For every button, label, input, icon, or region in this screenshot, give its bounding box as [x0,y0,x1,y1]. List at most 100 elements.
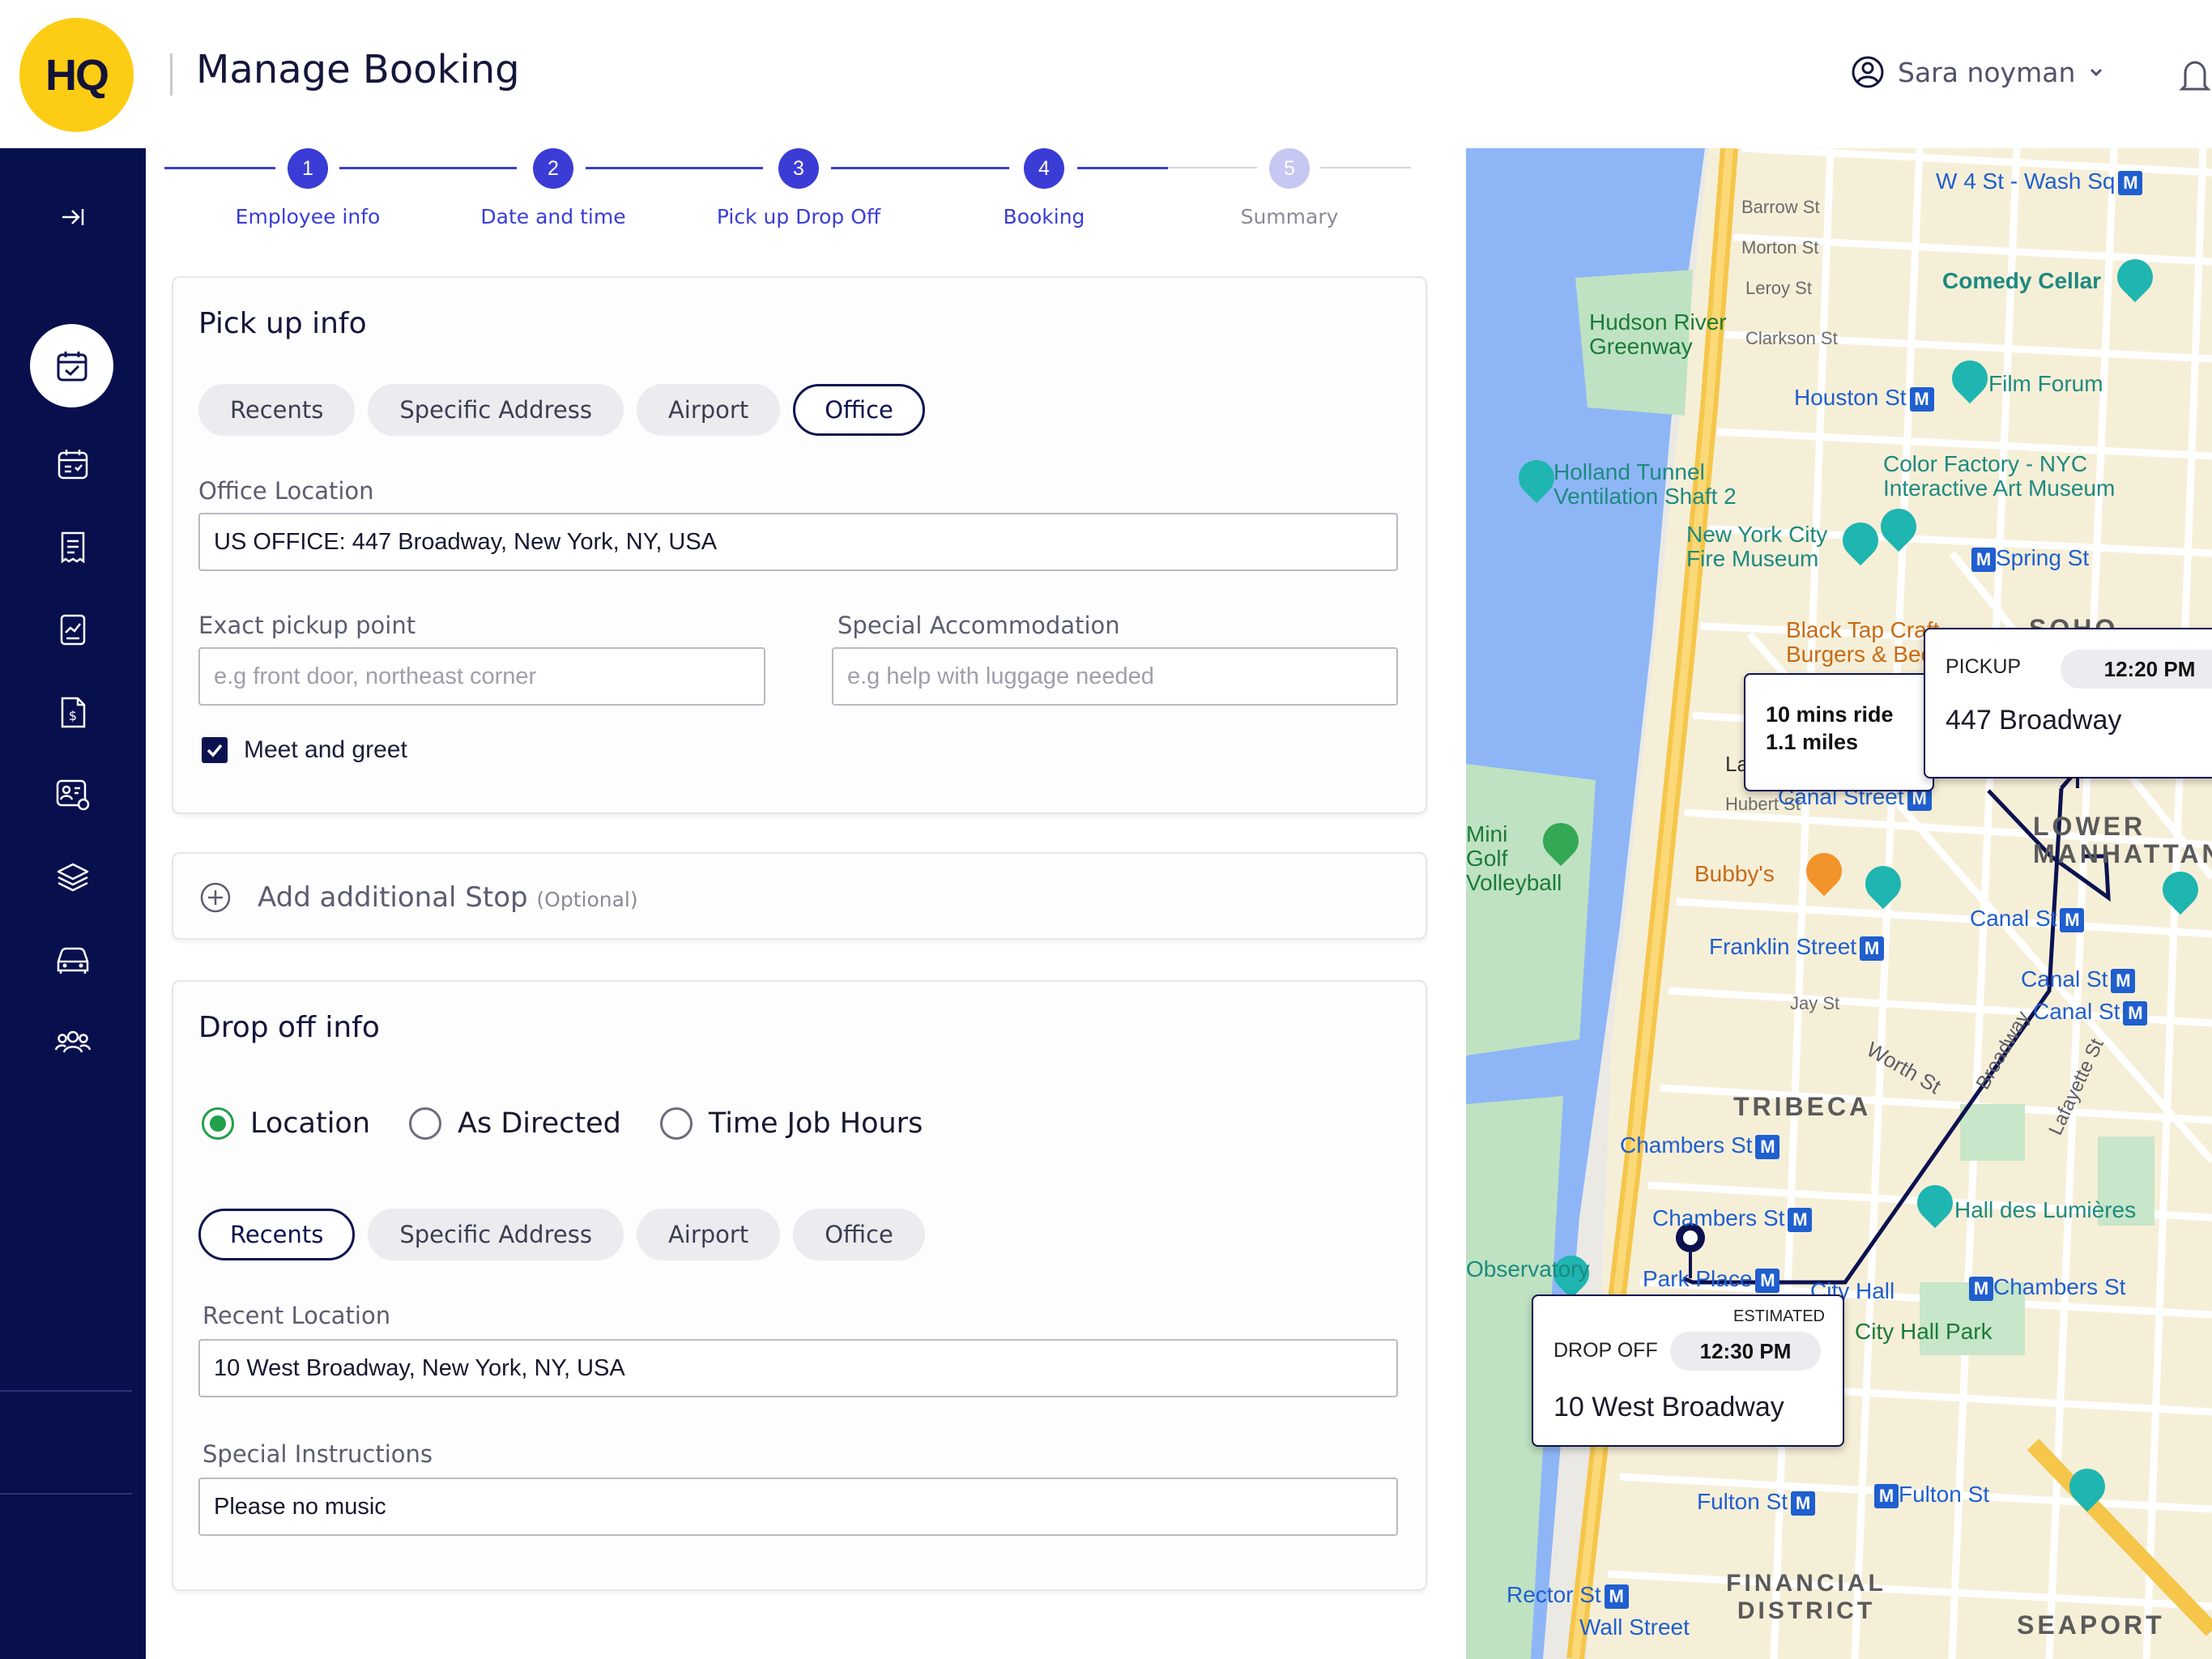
add-stop-button[interactable]: Add additional Stop (Optional) [172,852,1427,940]
user-menu[interactable]: Sara noyman [1851,55,2104,89]
receipt-icon [61,531,85,564]
hq-logo[interactable]: HQ [19,18,134,132]
map-label: W 4 St - Wash Sq M [1936,168,2143,195]
recent-location-field[interactable]: 10 West Broadway, New York, NY, USA [198,1339,1398,1397]
meet-and-greet-row[interactable]: Meet and greet [202,736,407,764]
map-label: M Chambers St [1966,1274,2125,1301]
step-1-label[interactable]: Employee info [202,205,413,228]
stepper-connector [1168,167,1257,168]
subway-icon: M [1969,1276,1993,1301]
radio-time-job-hours-label: Time Job Hours [708,1107,923,1140]
pickup-map-card[interactable]: PICKUP 12:20 PM 447 Broadway [1924,628,2212,778]
special-accommodation-label: Special Accommodation [837,612,1120,639]
radio-location[interactable]: Location [202,1107,370,1140]
dropoff-tab-office[interactable]: Office [793,1209,925,1260]
subway-icon: M [2123,1000,2148,1026]
sidebar-item-profile-settings[interactable] [0,762,146,827]
collapse-arrow-icon [62,209,84,225]
map-label-text: Canal St [2021,966,2108,992]
map-label-text: Fulton St [1697,1489,1788,1514]
dropoff-tab-airport[interactable]: Airport [636,1209,781,1260]
sidebar-item-calendar[interactable] [0,432,146,497]
map-label: Comedy Cellar [1942,268,2102,293]
pickup-card-address: 447 Broadway [1946,705,2122,736]
pickup-card-label: PICKUP [1946,655,2022,678]
map-label: Jay St [1790,993,1840,1013]
step-2-node[interactable]: 2 [533,148,573,189]
stepper-connector [1320,167,1411,168]
dropoff-card-estimated: ESTIMATED [1733,1307,1825,1325]
sidebar-collapse-button[interactable] [0,185,146,249]
meet-and-greet-checkbox[interactable] [202,737,228,763]
subway-icon: M [1874,1483,1899,1508]
dropoff-tab-specific-address[interactable]: Specific Address [368,1209,624,1260]
subway-icon: M [1755,1134,1780,1159]
map-label: Chambers St M [1620,1132,1780,1159]
special-accommodation-placeholder: e.g help with luggage needed [847,663,1154,689]
pickup-tab-airport[interactable]: Airport [636,384,781,436]
dropoff-tab-recents[interactable]: Recents [198,1209,356,1260]
map-label-text: Chambers St [1652,1205,1785,1230]
svg-text:$: $ [69,708,77,723]
chevron-down-icon [2091,68,2103,77]
subway-icon: M [1860,936,1885,961]
route-map[interactable]: W 4 St - Wash Sq M Barrow St Morton St Le… [1466,148,2212,1659]
top-header: HQ Manage Booking Sara noyman [0,0,2212,148]
map-label: Canal St M [1970,906,2085,932]
step-3-label[interactable]: Pick up Drop Off [693,205,904,228]
page-title: Manage Booking [196,47,520,92]
dropoff-tabs: Recents Specific Address Airport Office [198,1209,925,1260]
special-accommodation-input[interactable]: e.g help with luggage needed [832,647,1398,706]
radio-time-job-hours[interactable]: Time Job Hours [659,1107,923,1140]
calendar-check-icon [57,351,87,381]
office-location-label: Office Location [198,477,374,505]
office-location-field[interactable]: US OFFICE: 447 Broadway, New York, NY, U… [198,513,1398,571]
dropoff-card-label: DROP OFF [1554,1339,1658,1362]
sidebar-item-receipts[interactable] [0,514,146,579]
dropoff-map-card[interactable]: ESTIMATED DROP OFF 12:30 PM 10 West Broa… [1532,1294,1844,1447]
sidebar-item-team[interactable] [0,1010,146,1075]
map-label-text: Canal St [1970,906,2057,931]
map-label-text: Chambers St [1620,1132,1753,1158]
map-label-text: Fulton St [1899,1482,1990,1507]
map-label: Franklin Street M [1709,934,1885,961]
subway-icon: M [1755,1268,1780,1293]
special-instructions-input[interactable]: Please no music [198,1478,1398,1536]
recent-location-label: Recent Location [202,1302,391,1329]
radio-location-dot[interactable] [202,1107,234,1140]
radio-location-label: Location [250,1107,371,1140]
bell-icon[interactable] [2179,57,2211,96]
subway-icon: M [1604,1584,1629,1609]
ride-duration: 10 mins ride [1766,702,1894,727]
step-4-node[interactable]: 4 [1024,148,1064,189]
sidebar-item-billing[interactable]: $ [0,680,146,744]
exact-pickup-input[interactable]: e.g front door, northeast corner [198,647,765,706]
recent-location-value: 10 West Broadway, New York, NY, USA [214,1354,625,1381]
step-5-node[interactable]: 5 [1269,148,1310,189]
sidebar-item-reports[interactable] [0,597,146,662]
pickup-tab-specific-address[interactable]: Specific Address [368,384,624,436]
map-label: M Spring St [1968,545,2089,572]
map-label: Holland Tunnel Ventilation Shaft 2 [1554,459,1737,509]
dropoff-card-time: 12:30 PM [1670,1332,1821,1371]
radio-as-directed-dot[interactable] [409,1107,442,1140]
step-4-label[interactable]: Booking [939,205,1149,228]
map-label: Clarkson St [1745,328,1838,348]
step-1-node[interactable]: 1 [288,148,328,189]
map-label-text: Spring St [1996,545,2090,570]
sidebar-item-bookings[interactable] [30,324,113,407]
radio-time-job-hours-dot[interactable] [659,1107,693,1140]
sidebar-item-vehicles[interactable] [0,928,146,992]
radio-as-directed[interactable]: As Directed [409,1107,621,1140]
pickup-tabs: Recents Specific Address Airport Office [198,384,925,436]
map-label: Fulton St M [1697,1489,1816,1516]
pickup-tab-recents[interactable]: Recents [198,384,356,436]
add-circle-icon [200,882,231,913]
stepper-connector [586,167,763,169]
stepper-connector [1077,167,1168,169]
sidebar-item-layers[interactable] [0,845,146,910]
step-3-node[interactable]: 3 [778,148,819,189]
step-2-label[interactable]: Date and time [448,205,658,228]
pickup-tab-office[interactable]: Office [793,384,925,436]
step-5-label[interactable]: Summary [1184,205,1395,228]
